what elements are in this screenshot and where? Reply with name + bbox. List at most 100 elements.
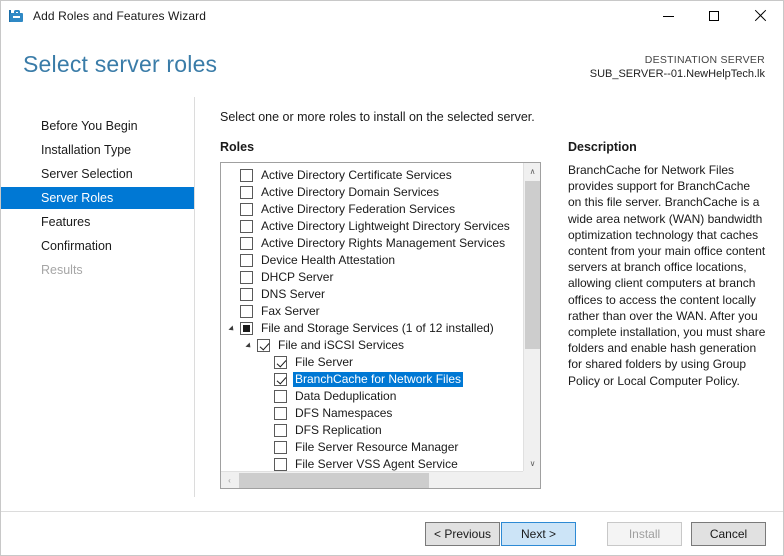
maximize-icon bbox=[709, 11, 719, 21]
role-row[interactable]: Active Directory Domain Services bbox=[221, 184, 524, 201]
role-label: Active Directory Rights Management Servi… bbox=[261, 236, 506, 250]
role-row[interactable]: Active Directory Lightweight Directory S… bbox=[221, 218, 524, 235]
role-row[interactable]: File Server bbox=[221, 354, 524, 371]
role-checkbox[interactable] bbox=[240, 288, 253, 301]
role-checkbox[interactable] bbox=[257, 339, 270, 352]
role-checkbox[interactable] bbox=[240, 271, 253, 284]
role-row[interactable]: Active Directory Certificate Services bbox=[221, 167, 524, 184]
role-label: Device Health Attestation bbox=[261, 253, 396, 267]
role-label: Active Directory Domain Services bbox=[261, 185, 440, 199]
sidebar-item-features[interactable]: Features bbox=[1, 211, 194, 233]
roles-tree[interactable]: Active Directory Certificate Services Act… bbox=[221, 163, 524, 472]
maximize-button[interactable] bbox=[691, 1, 737, 31]
sidebar-item-confirmation[interactable]: Confirmation bbox=[1, 235, 194, 257]
destination-server-label: DESTINATION SERVER bbox=[644, 54, 765, 66]
roles-listbox[interactable]: Active Directory Certificate Services Act… bbox=[220, 162, 541, 489]
role-row[interactable]: Active Directory Federation Services bbox=[221, 201, 524, 218]
footer-button-bar: < Previous Next > Install Cancel bbox=[1, 511, 783, 555]
role-label: Active Directory Certificate Services bbox=[261, 168, 452, 182]
role-label: Data Deduplication bbox=[295, 389, 397, 403]
role-checkbox[interactable] bbox=[240, 322, 253, 335]
role-row[interactable]: DFS Namespaces bbox=[221, 405, 524, 422]
role-row[interactable]: DFS Replication bbox=[221, 422, 524, 439]
role-label: DFS Namespaces bbox=[295, 406, 393, 420]
expander-placeholder bbox=[227, 201, 240, 218]
role-checkbox[interactable] bbox=[240, 305, 253, 318]
role-checkbox[interactable] bbox=[240, 186, 253, 199]
role-checkbox[interactable] bbox=[240, 203, 253, 216]
role-label: DNS Server bbox=[261, 287, 326, 301]
page-header: Select server roles DESTINATION SERVER S… bbox=[1, 31, 783, 97]
role-row[interactable]: Data Deduplication bbox=[221, 388, 524, 405]
cancel-button[interactable]: Cancel bbox=[691, 522, 766, 546]
sidebar-item-server-roles[interactable]: Server Roles bbox=[1, 187, 194, 209]
expander-placeholder bbox=[261, 456, 274, 472]
scrollbar-corner bbox=[523, 471, 540, 488]
role-label: Fax Server bbox=[261, 304, 320, 318]
role-label: BranchCache for Network Files bbox=[293, 372, 464, 387]
horizontal-scroll-thumb[interactable] bbox=[239, 473, 429, 488]
role-checkbox[interactable] bbox=[274, 441, 287, 454]
role-row[interactable]: Device Health Attestation bbox=[221, 252, 524, 269]
destination-server-value: SUB_SERVER--01.NewHelpTech.lk bbox=[589, 68, 765, 80]
role-checkbox[interactable] bbox=[240, 254, 253, 267]
role-checkbox[interactable] bbox=[274, 356, 287, 369]
next-button[interactable]: Next > bbox=[501, 522, 576, 546]
roles-vertical-scrollbar[interactable]: ∧ ∨ bbox=[523, 163, 540, 472]
role-checkbox[interactable] bbox=[274, 407, 287, 420]
add-roles-wizard-window: Add Roles and Features Wizard Select ser… bbox=[0, 0, 784, 556]
expander-placeholder bbox=[227, 218, 240, 235]
sidebar-item-installation-type[interactable]: Installation Type bbox=[1, 139, 194, 161]
role-row[interactable]: File Server VSS Agent Service bbox=[221, 456, 524, 472]
role-checkbox[interactable] bbox=[240, 237, 253, 250]
sidebar-item-server-selection[interactable]: Server Selection bbox=[1, 163, 194, 185]
role-checkbox[interactable] bbox=[274, 458, 287, 471]
role-label: Active Directory Federation Services bbox=[261, 202, 456, 216]
expander-placeholder bbox=[227, 184, 240, 201]
role-row[interactable]: DHCP Server bbox=[221, 269, 524, 286]
description-pane: BranchCache for Network Files provides s… bbox=[568, 162, 766, 389]
install-button: Install bbox=[607, 522, 682, 546]
role-row[interactable]: File and Storage Services (1 of 12 insta… bbox=[221, 320, 524, 337]
roles-heading: Roles bbox=[220, 140, 255, 154]
expander-open-icon[interactable] bbox=[244, 337, 257, 354]
wizard-steps-sidebar: Before You Begin Installation Type Server … bbox=[1, 97, 194, 513]
wizard-toolbox-icon bbox=[9, 8, 25, 24]
previous-button[interactable]: < Previous bbox=[425, 522, 500, 546]
page-title: Select server roles bbox=[23, 51, 218, 77]
role-label: File Server bbox=[295, 355, 354, 369]
role-checkbox[interactable] bbox=[240, 220, 253, 233]
role-row[interactable]: BranchCache for Network Files bbox=[221, 371, 524, 388]
sidebar-item-before-you-begin[interactable]: Before You Begin bbox=[1, 115, 194, 137]
role-checkbox[interactable] bbox=[274, 373, 287, 386]
window-title: Add Roles and Features Wizard bbox=[33, 9, 206, 23]
description-text: BranchCache for Network Files provides s… bbox=[568, 163, 766, 388]
role-row[interactable]: File Server Resource Manager bbox=[221, 439, 524, 456]
role-row[interactable]: Fax Server bbox=[221, 303, 524, 320]
vertical-scroll-thumb[interactable] bbox=[525, 181, 540, 349]
role-label: File and Storage Services (1 of 12 insta… bbox=[261, 321, 494, 335]
expander-placeholder bbox=[227, 235, 240, 252]
main-content: Select one or more roles to install on t… bbox=[194, 97, 783, 513]
expander-placeholder bbox=[261, 405, 274, 422]
expander-placeholder bbox=[227, 167, 240, 184]
scroll-down-icon[interactable]: ∨ bbox=[524, 455, 540, 472]
expander-placeholder bbox=[261, 388, 274, 405]
role-checkbox[interactable] bbox=[274, 390, 287, 403]
expander-placeholder bbox=[227, 252, 240, 269]
role-label: File Server VSS Agent Service bbox=[295, 457, 458, 471]
roles-horizontal-scrollbar[interactable]: ‹ › bbox=[221, 471, 540, 488]
role-checkbox[interactable] bbox=[240, 169, 253, 182]
role-row[interactable]: File and iSCSI Services bbox=[221, 337, 524, 354]
minimize-button[interactable] bbox=[645, 1, 691, 31]
role-row[interactable]: DNS Server bbox=[221, 286, 524, 303]
close-button[interactable] bbox=[737, 1, 783, 31]
role-row[interactable]: Active Directory Rights Management Servi… bbox=[221, 235, 524, 252]
expander-placeholder bbox=[227, 303, 240, 320]
role-label: DFS Replication bbox=[295, 423, 382, 437]
instruction-text: Select one or more roles to install on t… bbox=[220, 110, 535, 124]
scroll-up-icon[interactable]: ∧ bbox=[524, 163, 540, 180]
role-checkbox[interactable] bbox=[274, 424, 287, 437]
expander-open-icon[interactable] bbox=[227, 320, 240, 337]
scroll-left-icon[interactable]: ‹ bbox=[221, 472, 238, 488]
